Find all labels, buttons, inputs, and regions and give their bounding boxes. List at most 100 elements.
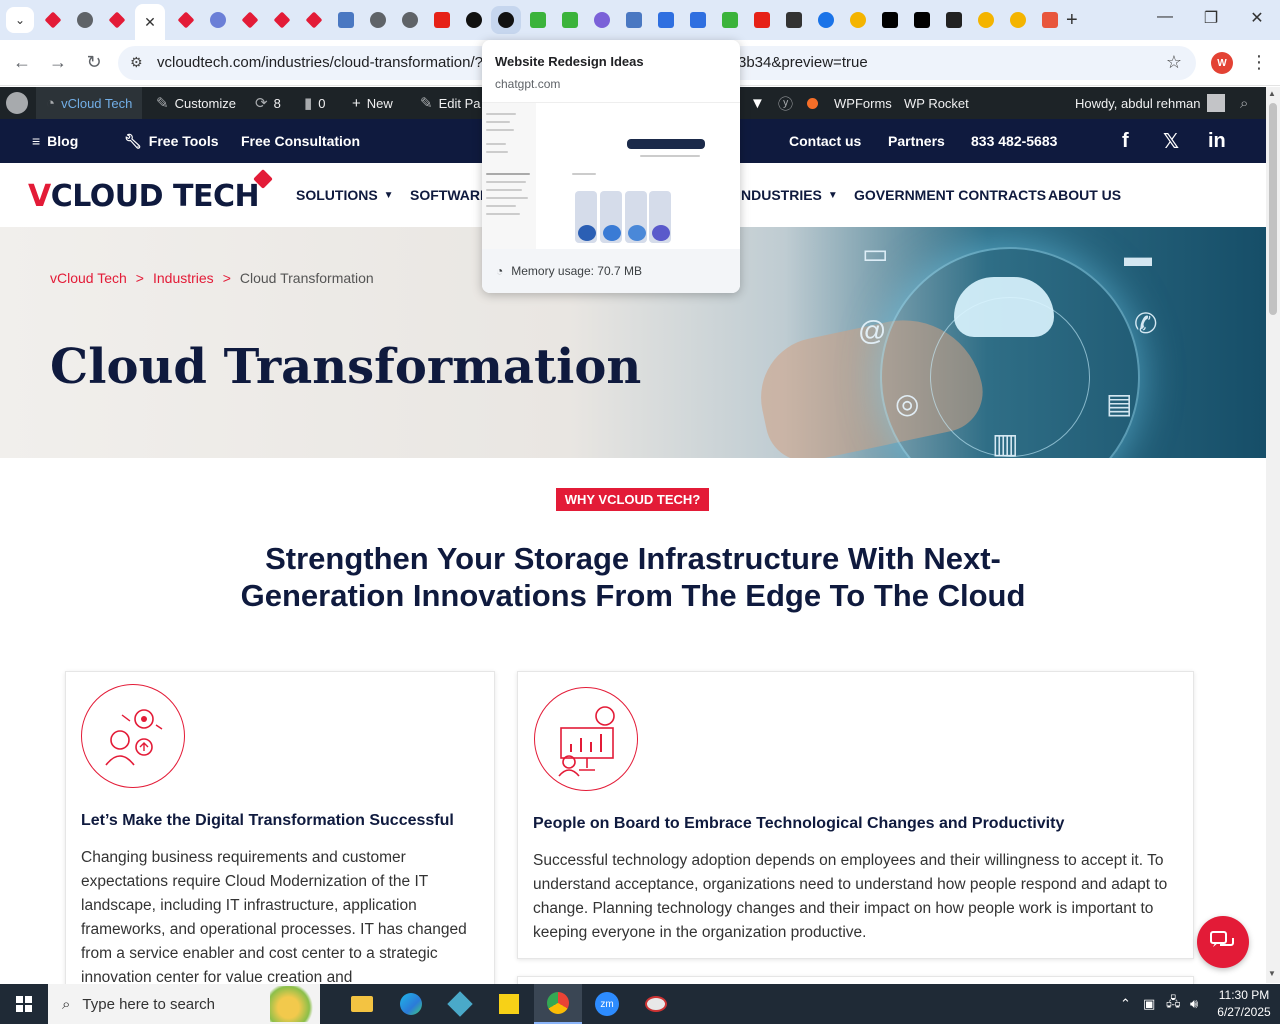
vcloud-favicon-icon bbox=[44, 11, 62, 29]
taskbar-sticky-notes[interactable] bbox=[485, 984, 533, 1024]
facebook-icon[interactable]: f bbox=[1122, 119, 1129, 163]
tray-overflow[interactable]: ⌃ bbox=[1120, 984, 1131, 1024]
wp-wprocket[interactable]: WP Rocket bbox=[904, 87, 969, 119]
tab[interactable] bbox=[459, 6, 489, 34]
tray-volume[interactable]: 🔊︎ bbox=[1190, 984, 1198, 1024]
wp-updates[interactable]: ⟳ 8 bbox=[255, 87, 281, 119]
bookmark-star-icon[interactable]: ☆ bbox=[1166, 52, 1182, 73]
taskbar-clock[interactable]: 11:30 PM 6/27/2025 bbox=[1212, 987, 1276, 1021]
tab[interactable] bbox=[235, 6, 265, 34]
taskbar-zoom[interactable]: zm bbox=[583, 984, 631, 1024]
scroll-down-icon[interactable]: ▼ bbox=[1268, 969, 1276, 978]
wordpress-logo-icon[interactable] bbox=[6, 92, 28, 114]
taskbar-edge[interactable] bbox=[387, 984, 435, 1024]
topbar-blog[interactable]: ≡ Blog bbox=[32, 119, 78, 163]
tab[interactable] bbox=[907, 6, 937, 34]
taskbar-chrome[interactable] bbox=[534, 984, 582, 1024]
tab[interactable] bbox=[363, 6, 393, 34]
preview-image bbox=[603, 225, 621, 241]
tab[interactable] bbox=[619, 6, 649, 34]
wp-account[interactable]: Howdy, abdul rehman bbox=[1075, 87, 1225, 119]
tab[interactable] bbox=[843, 6, 873, 34]
tab[interactable] bbox=[70, 6, 100, 34]
taskbar-app[interactable] bbox=[436, 984, 484, 1024]
nav-industries[interactable]: NDUSTRIES ▼ bbox=[741, 163, 838, 227]
tab[interactable] bbox=[779, 6, 809, 34]
taskbar-search[interactable]: ⌕ Type here to search bbox=[48, 984, 320, 1024]
topbar-free-tools[interactable]: 🔧︎ Free Tools bbox=[124, 119, 219, 163]
profile-avatar[interactable]: W bbox=[1211, 52, 1233, 74]
tab-search-button[interactable]: ⌄ bbox=[6, 7, 34, 33]
forward-button[interactable]: → bbox=[46, 52, 70, 73]
tab[interactable] bbox=[38, 6, 68, 34]
tab[interactable] bbox=[875, 6, 905, 34]
linkedin-icon[interactable]: in bbox=[1208, 119, 1226, 163]
breadcrumb-industries[interactable]: Industries bbox=[153, 270, 214, 286]
tab-hovered[interactable] bbox=[491, 6, 521, 34]
topbar-blog-label: Blog bbox=[47, 133, 79, 149]
site-logo[interactable]: VCLOUD TECH bbox=[28, 179, 260, 214]
nav-solutions[interactable]: SOLUTIONS ▼ bbox=[296, 163, 394, 227]
tab[interactable] bbox=[587, 6, 617, 34]
tab[interactable] bbox=[1035, 6, 1065, 34]
nav-government-contracts[interactable]: GOVERNMENT CONTRACTS bbox=[854, 163, 1046, 227]
nav-about[interactable]: ABOUT US bbox=[1048, 163, 1121, 227]
site-info-icon[interactable]: ⚙ bbox=[130, 54, 143, 71]
tab[interactable] bbox=[651, 6, 681, 34]
taskbar-snipping[interactable] bbox=[632, 984, 680, 1024]
tab-active[interactable]: ✕ bbox=[135, 4, 165, 40]
start-button[interactable] bbox=[0, 984, 48, 1024]
browser-menu-icon[interactable]: ⋮ bbox=[1250, 52, 1268, 73]
chat-button[interactable] bbox=[1197, 916, 1249, 968]
nav-software[interactable]: SOFTWARE bbox=[410, 163, 489, 227]
wp-wpforms[interactable]: WPForms bbox=[834, 87, 892, 119]
topbar-contact[interactable]: Contact us bbox=[789, 119, 861, 163]
tab[interactable] bbox=[555, 6, 585, 34]
wp-search[interactable]: ⌕ bbox=[1240, 87, 1248, 119]
tab[interactable] bbox=[1003, 6, 1033, 34]
tab[interactable] bbox=[395, 6, 425, 34]
wp-edit-page[interactable]: ✎ Edit Pa bbox=[420, 87, 481, 119]
tab[interactable] bbox=[102, 6, 132, 34]
topbar-free-consultation[interactable]: Free Consultation bbox=[241, 119, 360, 163]
tab[interactable] bbox=[523, 6, 553, 34]
window-close-button[interactable]: ✕ bbox=[1242, 8, 1272, 28]
restore-button[interactable]: ❐ bbox=[1196, 8, 1226, 28]
wp-status-dot[interactable] bbox=[807, 87, 818, 119]
reload-button[interactable]: ↻ bbox=[82, 52, 106, 73]
scrollbar-thumb[interactable] bbox=[1269, 103, 1277, 315]
taskbar-file-explorer[interactable] bbox=[338, 984, 386, 1024]
wp-comments[interactable]: ▮ 0 bbox=[304, 87, 326, 119]
tray-network[interactable]: 🖧︎ bbox=[1166, 984, 1181, 1024]
new-tab-button[interactable]: + bbox=[1066, 9, 1078, 32]
tab[interactable] bbox=[171, 6, 201, 34]
breadcrumb-home[interactable]: vCloud Tech bbox=[50, 270, 127, 286]
wp-new-label: New bbox=[366, 95, 393, 111]
tab[interactable] bbox=[299, 6, 329, 34]
tab[interactable] bbox=[747, 6, 777, 34]
wp-yoast[interactable]: ⓨ bbox=[778, 87, 793, 119]
tray-app[interactable]: ▣ bbox=[1143, 984, 1155, 1024]
tab[interactable] bbox=[331, 6, 361, 34]
wp-new[interactable]: + New bbox=[352, 87, 393, 119]
wp-filter-plugin[interactable]: ▼ bbox=[750, 87, 765, 119]
tab[interactable] bbox=[939, 6, 969, 34]
page-scrollbar[interactable]: ▲ ▼ bbox=[1266, 87, 1280, 983]
minimize-button[interactable]: — bbox=[1150, 8, 1180, 26]
scroll-up-icon[interactable]: ▲ bbox=[1268, 89, 1276, 98]
close-icon[interactable]: ✕ bbox=[144, 14, 156, 31]
tab[interactable] bbox=[715, 6, 745, 34]
topbar-phone[interactable]: 833 482-5683 bbox=[971, 119, 1057, 163]
topbar-partners[interactable]: Partners bbox=[888, 119, 945, 163]
wp-customize[interactable]: ✎ Customize bbox=[156, 87, 236, 119]
tab[interactable] bbox=[427, 6, 457, 34]
back-button[interactable]: ← bbox=[10, 52, 34, 73]
tab[interactable] bbox=[203, 6, 233, 34]
wp-site-name[interactable]: ◔ vCloud Tech bbox=[36, 87, 143, 119]
x-social-icon[interactable]: 𝕏 bbox=[1163, 119, 1179, 163]
zoom-icon: zm bbox=[595, 992, 619, 1016]
tab[interactable] bbox=[683, 6, 713, 34]
tab[interactable] bbox=[267, 6, 297, 34]
tab[interactable] bbox=[811, 6, 841, 34]
tab[interactable] bbox=[971, 6, 1001, 34]
